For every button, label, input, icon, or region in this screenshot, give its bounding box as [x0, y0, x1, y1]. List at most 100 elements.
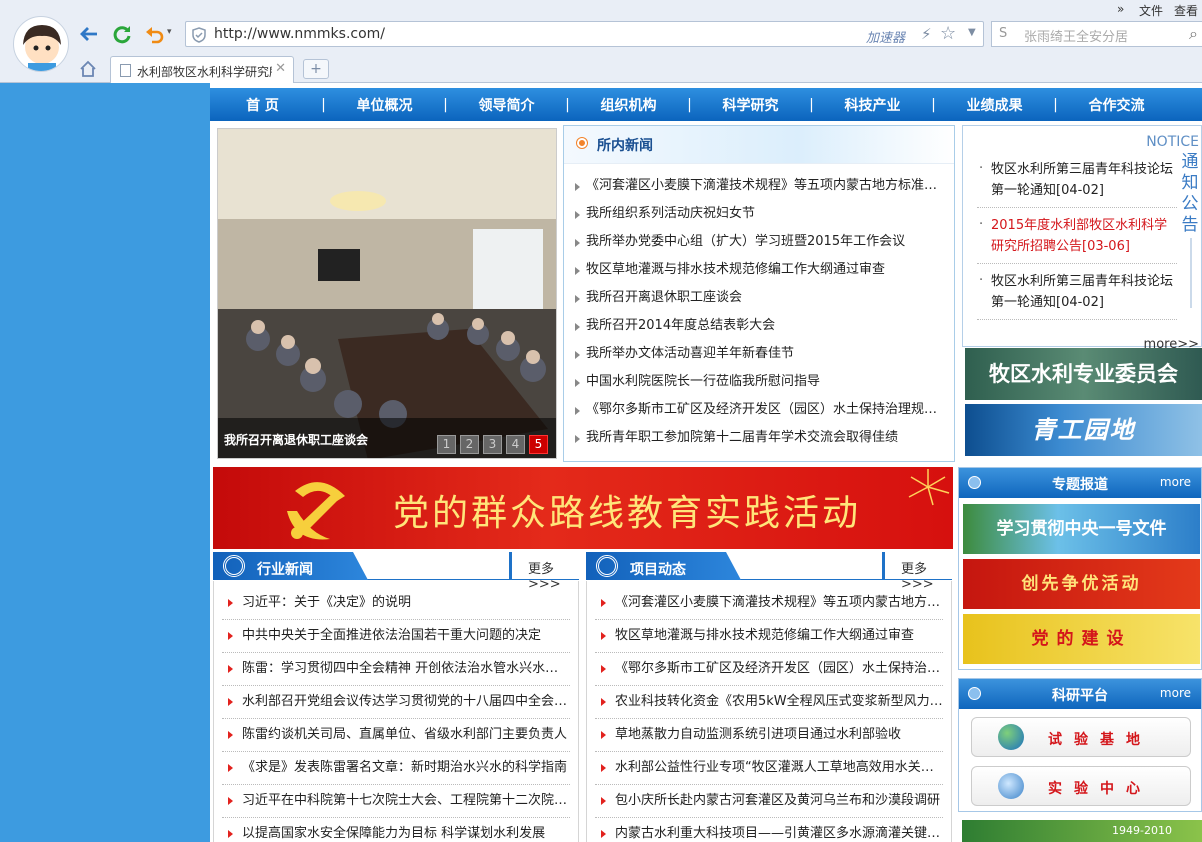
- globe-icon: [998, 724, 1024, 750]
- slideshow-page-button[interactable]: 1: [437, 435, 456, 454]
- project-item[interactable]: 《河套灌区小麦膜下滴灌技术规程》等五项内蒙古地方标准通过审定: [595, 587, 943, 620]
- party-banner-text: 党的群众路线教育实践活动: [393, 493, 862, 534]
- address-bar[interactable]: http://www.nmmks.com/ 加速器 ⚡ ☆ ▼: [185, 21, 984, 47]
- special-banner-2[interactable]: 创先争优活动: [963, 559, 1200, 609]
- main-nav: 首 页 | 单位概况 | 领导简介 | 组织机构 | 科学研究 | 科技产业 | 业绩成果 | 合作交流: [210, 88, 1202, 121]
- nav-separator: |: [321, 96, 326, 113]
- project-item[interactable]: 牧区草地灌溉与排水技术规范修编工作大纲通过审查: [595, 620, 943, 653]
- menu-file[interactable]: 文件: [1139, 2, 1163, 19]
- anniversary-banner[interactable]: 1949-2010: [962, 820, 1202, 842]
- slideshow-caption-bar: 我所召开离退休职工座谈会 12345: [218, 418, 556, 458]
- nav-separator: |: [809, 96, 814, 113]
- special-more-link[interactable]: more: [1160, 475, 1191, 489]
- slideshow-page-button[interactable]: 4: [506, 435, 525, 454]
- search-engine-icon[interactable]: S: [999, 26, 1007, 41]
- news-item[interactable]: 中国水利院医院长一行莅临我所慰问指导: [572, 372, 948, 400]
- new-tab-button[interactable]: +: [303, 59, 329, 79]
- notice-panel: NOTICE 通知公告 牧区水利所第三届青年科技论坛第一轮通知[04-02] 20…: [962, 125, 1202, 352]
- nav-item[interactable]: 单位概况: [332, 95, 437, 115]
- industry-news-item[interactable]: 以提高国家水安全保障能力为目标 科学谋划水利发展: [222, 818, 570, 842]
- committee-banner[interactable]: 牧区水利专业委员会: [965, 348, 1202, 400]
- avatar[interactable]: [13, 16, 69, 72]
- divider: [509, 552, 512, 580]
- industry-news-item[interactable]: 水利部召开党组会议传达学习贯彻党的十八届四中全会精神: [222, 686, 570, 719]
- notice-item[interactable]: 牧区水利所第三届青年科技论坛第一轮通知[04-02]: [977, 270, 1177, 320]
- accelerator-label[interactable]: 加速器: [866, 27, 905, 46]
- lightning-icon[interactable]: ⚡: [921, 25, 932, 43]
- youth-banner[interactable]: 青工园地: [965, 404, 1202, 456]
- lab-center-button[interactable]: 实验中心: [971, 766, 1191, 806]
- dropdown-icon[interactable]: ▾: [167, 27, 172, 37]
- address-dropdown-icon[interactable]: ▼: [968, 27, 976, 38]
- slideshow-pager: 12345: [437, 435, 548, 454]
- news-item[interactable]: 牧区草地灌溉与排水技术规范修编工作大纲通过审查: [572, 260, 948, 288]
- news-item[interactable]: 《鄂尔多斯市工矿区及经济开发区（园区）水土保持治理规划》通过审查: [572, 400, 948, 428]
- home-icon[interactable]: [79, 60, 97, 78]
- nav-item[interactable]: 组织机构: [576, 95, 681, 115]
- special-banner-1[interactable]: 学习贯彻中央一号文件: [963, 504, 1200, 554]
- nav-item[interactable]: 业绩成果: [942, 95, 1047, 115]
- party-banner[interactable]: 党的群众路线教育实践活动: [213, 467, 953, 549]
- news-item[interactable]: 我所举办党委中心组（扩大）学习班暨2015年工作会议: [572, 232, 948, 260]
- notice-item[interactable]: 2015年度水利部牧区水利科学研究所招聘公告[03-06]: [977, 214, 1177, 264]
- industry-news-item[interactable]: 习近平在中科院第十七次院士大会、工程院第十二次院士大会上的讲话: [222, 785, 570, 818]
- news-item[interactable]: 我所举办文体活动喜迎羊年新春佳节: [572, 344, 948, 372]
- project-item[interactable]: 包小庆所长赴内蒙古河套灌区及黄河乌兰布和沙漠段调研: [595, 785, 943, 818]
- lab-center-label: 实验中心: [1048, 781, 1152, 797]
- search-box[interactable]: S 张雨绮王全安分居 ⌕: [991, 21, 1202, 47]
- slideshow-page-button[interactable]: 2: [460, 435, 479, 454]
- test-base-button[interactable]: 试验基地: [971, 717, 1191, 757]
- project-item[interactable]: 水利部公益性行业专项“牧区灌溉人工草地高效用水关键技术”通过验收: [595, 752, 943, 785]
- industry-title: 行业新闻: [257, 562, 313, 578]
- special-banner-3[interactable]: 党的建设: [963, 614, 1200, 664]
- industry-news-item[interactable]: 陈雷约谈机关司局、直属单位、省级水利部门主要负责人: [222, 719, 570, 752]
- nav-separator: |: [931, 96, 936, 113]
- news-item[interactable]: 我所召开2014年度总结表彰大会: [572, 316, 948, 344]
- url-text[interactable]: http://www.nmmks.com/: [214, 26, 385, 42]
- refresh-icon[interactable]: [111, 23, 133, 45]
- star-icon[interactable]: ☆: [940, 23, 956, 44]
- nav-item[interactable]: 科学研究: [698, 95, 803, 115]
- back-icon[interactable]: [78, 23, 100, 45]
- nav-item[interactable]: 合作交流: [1064, 95, 1169, 115]
- project-item[interactable]: 《鄂尔多斯市工矿区及经济开发区（园区）水土保持治理规划》通过审查: [595, 653, 943, 686]
- search-icon[interactable]: ⌕: [1189, 24, 1198, 44]
- nav-item[interactable]: 领导简介: [454, 95, 559, 115]
- industry-news-item[interactable]: 陈雷：学习贯彻四中全会精神 开创依法治水管水兴水新局面: [222, 653, 570, 686]
- project-item[interactable]: 内蒙古水利重大科技项目——引黄灌区多水源滴灌关键技术通过验收: [595, 818, 943, 842]
- industry-news-item[interactable]: 中共中央关于全面推进依法治国若干重大问题的决定: [222, 620, 570, 653]
- target-icon: [596, 555, 618, 577]
- nav-separator: |: [1053, 96, 1058, 113]
- news-item[interactable]: 我所召开离退休职工座谈会: [572, 288, 948, 316]
- slideshow-photo: [218, 129, 556, 458]
- notice-item[interactable]: 牧区水利所第三届青年科技论坛第一轮通知[04-02]: [977, 158, 1177, 208]
- special-banner-3-text: 党的建设: [1031, 629, 1132, 649]
- news-item[interactable]: 我所组织系列活动庆祝妇女节: [572, 204, 948, 232]
- close-tab-icon[interactable]: ✕: [275, 61, 286, 76]
- slideshow-page-button[interactable]: 3: [483, 435, 502, 454]
- youth-banner-text: 青工园地: [1031, 416, 1136, 444]
- nav-item[interactable]: 科技产业: [820, 95, 925, 115]
- menu-view[interactable]: 查看: [1174, 2, 1198, 19]
- news-item[interactable]: 《河套灌区小麦膜下滴灌技术规程》等五项内蒙古地方标准通过审定: [572, 176, 948, 204]
- nav-item[interactable]: 首 页: [210, 95, 315, 115]
- browser-tab[interactable]: 水利部牧区水利科学研究所 ✕: [110, 56, 294, 83]
- bullet-icon: [577, 138, 587, 148]
- projects-title: 项目动态: [630, 562, 686, 578]
- undo-icon[interactable]: [143, 23, 165, 45]
- research-more-link[interactable]: more: [1160, 686, 1191, 700]
- project-item[interactable]: 草地蒸散力自动监测系统引进项目通过水利部验收: [595, 719, 943, 752]
- slideshow-caption[interactable]: 我所召开离退休职工座谈会: [224, 431, 368, 448]
- notice-scrollbar[interactable]: [1190, 238, 1192, 308]
- industry-news-item[interactable]: 《求是》发表陈雷署名文章：新时期治水兴水的科学指南: [222, 752, 570, 785]
- test-base-label: 试验基地: [1048, 732, 1152, 748]
- expand-icon[interactable]: »: [1117, 2, 1124, 16]
- industry-news-item[interactable]: 习近平：关于《决定》的说明: [222, 587, 570, 620]
- projects-panel: 《河套灌区小麦膜下滴灌技术规程》等五项内蒙古地方标准通过审定牧区草地灌溉与排水技…: [586, 581, 952, 842]
- slideshow[interactable]: 我所召开离退休职工座谈会 12345: [217, 128, 557, 459]
- project-item[interactable]: 农业科技转化资金《农用5kW全程风压式变浆新型风力提水机组》通过验收: [595, 686, 943, 719]
- slideshow-page-button[interactable]: 5: [529, 435, 548, 454]
- search-placeholder: 张雨绮王全安分居: [1024, 30, 1129, 45]
- notice-list: 牧区水利所第三届青年科技论坛第一轮通知[04-02] 2015年度水利部牧区水利科…: [977, 158, 1177, 326]
- news-item[interactable]: 我所青年职工参加院第十二届青年学术交流会取得佳绩: [572, 428, 948, 456]
